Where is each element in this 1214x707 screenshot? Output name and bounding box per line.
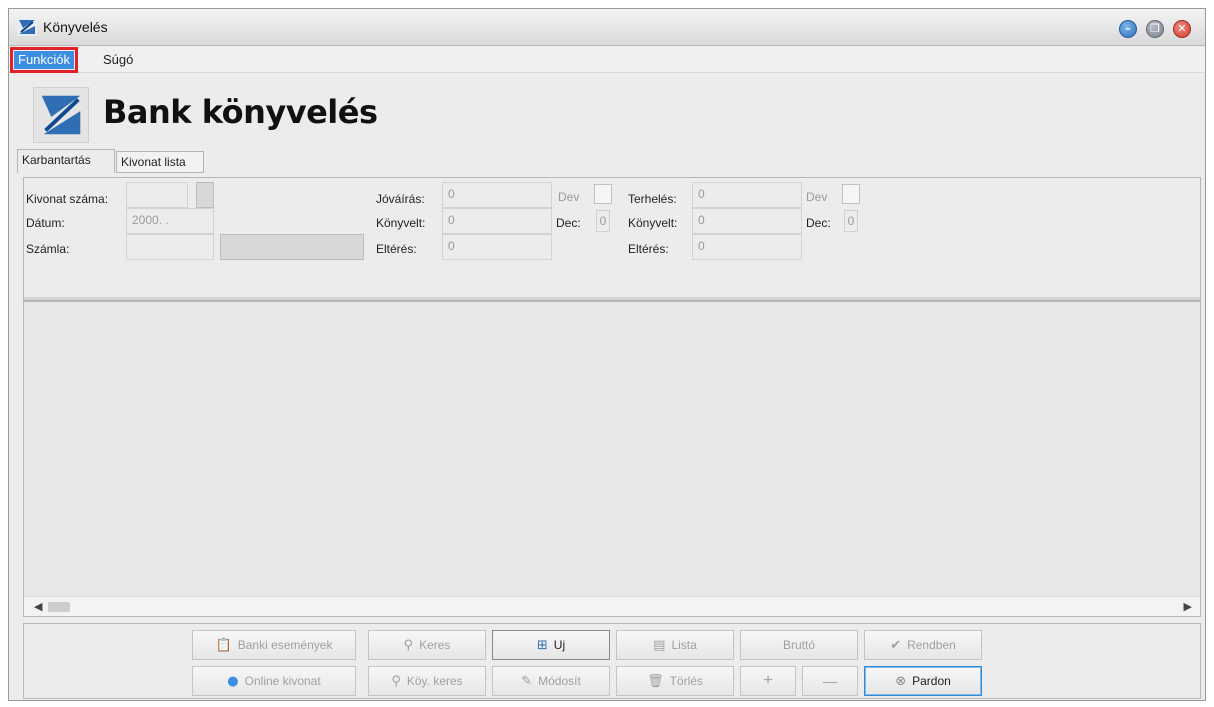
szamla-label: Számla: (26, 242, 70, 256)
minus-button[interactable]: — (802, 666, 858, 696)
search-icon: ⚲ (403, 637, 414, 653)
terheles-dev-checkbox[interactable] (842, 184, 860, 204)
brutto-label: Bruttó (782, 638, 815, 652)
close-icon: ✕ (1177, 22, 1187, 35)
list-icon: ▤ (653, 637, 666, 653)
banki-esemenyek-label: Banki események (237, 638, 333, 652)
online-kivonat-label: Online kivonat (244, 674, 321, 688)
uj-label: Uj (553, 638, 566, 652)
app-logo-icon (17, 18, 37, 36)
elteres1-label: Eltérés: (376, 242, 417, 256)
globe-icon: ● (227, 673, 239, 689)
plus-label: + (763, 672, 773, 689)
bank-logo-icon (33, 87, 89, 143)
rendben-label: Rendben (907, 638, 956, 652)
menu-functions[interactable]: Funkciók (9, 47, 79, 73)
window-title: Könyvelés (43, 19, 108, 35)
koy-keres-label: Köy. keres (406, 674, 463, 688)
minus-label: — (823, 673, 837, 689)
uj-button[interactable]: ⊞ Uj (492, 630, 610, 660)
scroll-thumb[interactable] (48, 602, 70, 612)
szamla-name-field (220, 234, 364, 260)
close-button[interactable]: ✕ (1173, 20, 1191, 38)
lista-button[interactable]: ▤ Lista (616, 630, 734, 660)
jovairas-dev-label: Dev (558, 190, 580, 204)
scroll-left-icon[interactable]: ◀ (34, 600, 42, 613)
torles-button[interactable]: 🗑 Törlés (616, 666, 734, 696)
elteres2-field: 0 (692, 234, 802, 260)
restore-icon: ❐ (1150, 22, 1160, 35)
elteres1-field: 0 (442, 234, 552, 260)
online-kivonat-button[interactable]: ● Online kivonat (192, 666, 356, 696)
torles-label: Törlés (669, 674, 703, 688)
kivonat-lookup-button[interactable] (196, 182, 214, 208)
dec2-field[interactable]: 0 (844, 210, 858, 232)
jovairas-dev-checkbox[interactable] (594, 184, 612, 204)
menu-bar: Funkciók Súgó (9, 47, 1205, 73)
modosit-label: Módosít (538, 674, 581, 688)
jovairas-field[interactable]: 0 (442, 182, 552, 208)
terheles-label: Terhelés: (628, 192, 677, 206)
keres-label: Keres (419, 638, 451, 652)
restore-button[interactable]: ❐ (1146, 20, 1164, 38)
minimize-icon: – (1125, 22, 1131, 35)
trash-icon: 🗑 (647, 673, 664, 689)
rendben-button[interactable]: ✔ Rendben (864, 630, 982, 660)
clipboard-icon: 📋 (215, 637, 232, 653)
lista-label: Lista (671, 638, 697, 652)
konyvelt2-label: Könyvelt: (628, 216, 678, 230)
konyvelt2-field: 0 (692, 208, 802, 234)
jovairas-label: Jóváírás: (376, 192, 425, 206)
scroll-right-icon[interactable]: ▶ (1184, 600, 1192, 613)
plus-button[interactable]: + (740, 666, 796, 696)
cancel-circle-icon: ⊗ (895, 673, 907, 689)
konyvelt1-field: 0 (442, 208, 552, 234)
horizontal-scrollbar[interactable]: ◀ ▶ (24, 596, 1200, 616)
pardon-label: Pardon (912, 674, 951, 688)
banki-esemenyek-button[interactable]: 📋 Banki események (192, 630, 356, 660)
kivonat-szama-field[interactable] (126, 182, 188, 208)
kivonat-szama-label: Kivonat száma: (26, 192, 109, 206)
edit-icon: ✎ (521, 673, 533, 689)
data-grid[interactable]: ◀ ▶ (23, 301, 1201, 617)
modosit-button[interactable]: ✎ Módosít (492, 666, 610, 696)
koy-keres-button[interactable]: ⚲ Köy. keres (368, 666, 486, 696)
new-document-icon: ⊞ (536, 637, 548, 653)
form-panel: Kivonat száma: Dátum: 2000. . Számla: Jó… (23, 177, 1201, 301)
terheles-dev-label: Dev (806, 190, 828, 204)
page-title: Bank könyvelés (103, 93, 378, 131)
dec1-label: Dec: (556, 216, 581, 230)
szamla-field[interactable] (126, 234, 214, 260)
pardon-button[interactable]: ⊗ Pardon (864, 666, 982, 696)
dec1-field[interactable]: 0 (596, 210, 610, 232)
datum-label: Dátum: (26, 216, 65, 230)
konyvelt1-label: Könyvelt: (376, 216, 426, 230)
dec2-label: Dec: (806, 216, 831, 230)
keres-button[interactable]: ⚲ Keres (368, 630, 486, 660)
minimize-button[interactable]: – (1119, 20, 1137, 38)
app-window: Könyvelés – ❐ ✕ Funkciók Súgó Bank könyv… (8, 8, 1206, 701)
elteres2-label: Eltérés: (628, 242, 669, 256)
tab-kivonat-lista[interactable]: Kivonat lista (116, 151, 204, 173)
title-bar: Könyvelés – ❐ ✕ (9, 9, 1205, 46)
brutto-button[interactable]: Bruttó (740, 630, 858, 660)
search-icon: ⚲ (391, 673, 401, 689)
check-circle-icon: ✔ (890, 637, 902, 653)
datum-field[interactable]: 2000. . (126, 208, 214, 234)
button-panel: 📋 Banki események ● Online kivonat ⚲ Ker… (23, 623, 1201, 699)
tab-karbantartas[interactable]: Karbantartás (17, 149, 115, 173)
menu-help[interactable]: Súgó (99, 51, 137, 69)
terheles-field[interactable]: 0 (692, 182, 802, 208)
